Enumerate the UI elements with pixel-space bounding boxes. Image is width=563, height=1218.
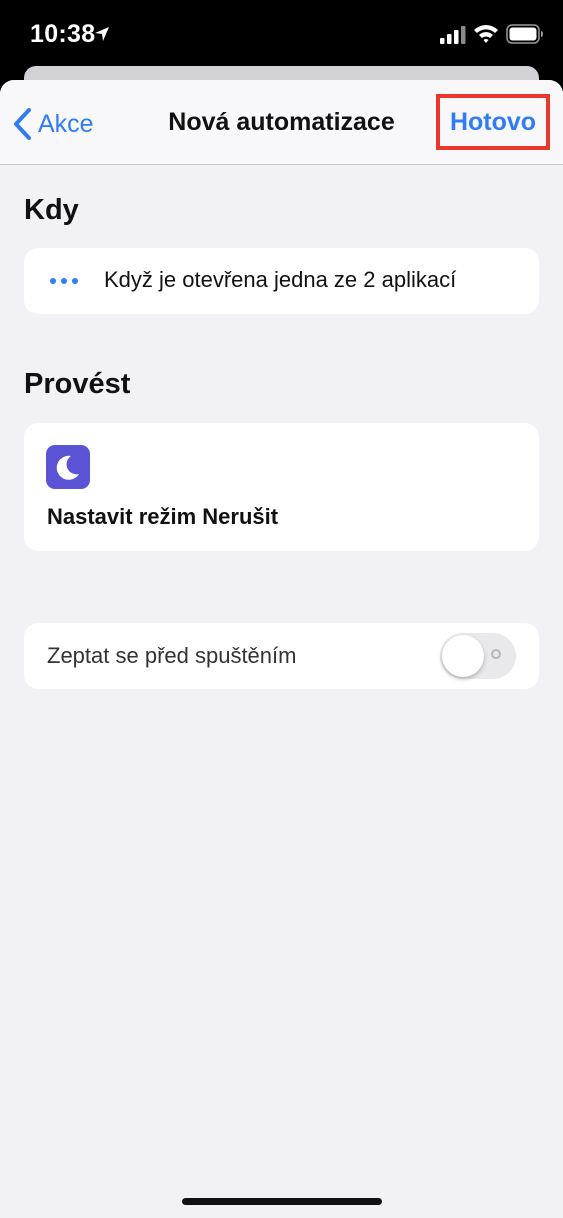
cellular-signal-icon — [440, 26, 466, 44]
navigation-bar: Akce Nová automatizace Hotovo — [0, 80, 563, 165]
ask-before-running-toggle[interactable] — [440, 633, 516, 679]
wifi-icon — [474, 25, 498, 43]
ask-before-running-label: Zeptat se před spuštěním — [47, 643, 297, 668]
trigger-description: Když je otevřena jedna ze 2 aplikací — [104, 267, 457, 292]
location-arrow-icon — [95, 27, 109, 41]
section-title-do: Provést — [24, 368, 131, 400]
status-time: 10:38 — [30, 20, 96, 48]
battery-icon — [506, 24, 543, 44]
home-indicator[interactable] — [182, 1198, 382, 1205]
done-button[interactable]: Hotovo — [436, 94, 550, 150]
status-bar: 10:38 — [0, 0, 563, 66]
back-button-label: Akce — [38, 109, 94, 138]
ask-before-running-row: Zeptat se před spuštěním — [24, 623, 539, 689]
chevron-left-icon — [14, 108, 31, 140]
back-button[interactable]: Akce — [12, 106, 94, 142]
action-card[interactable]: Nastavit režim Nerušit — [24, 423, 539, 551]
toggle-knob — [442, 635, 484, 677]
done-button-label: Hotovo — [449, 107, 537, 136]
automation-sheet: Akce Nová automatizace Hotovo Kdy Když j… — [0, 80, 563, 1218]
trigger-card[interactable]: Když je otevřena jedna ze 2 aplikací — [24, 248, 539, 314]
section-title-when: Kdy — [24, 194, 79, 226]
action-label: Nastavit režim Nerušit — [47, 504, 279, 529]
moon-icon — [46, 445, 90, 489]
more-dots-icon — [50, 278, 83, 284]
toggle-off-indicator-icon — [491, 649, 501, 659]
